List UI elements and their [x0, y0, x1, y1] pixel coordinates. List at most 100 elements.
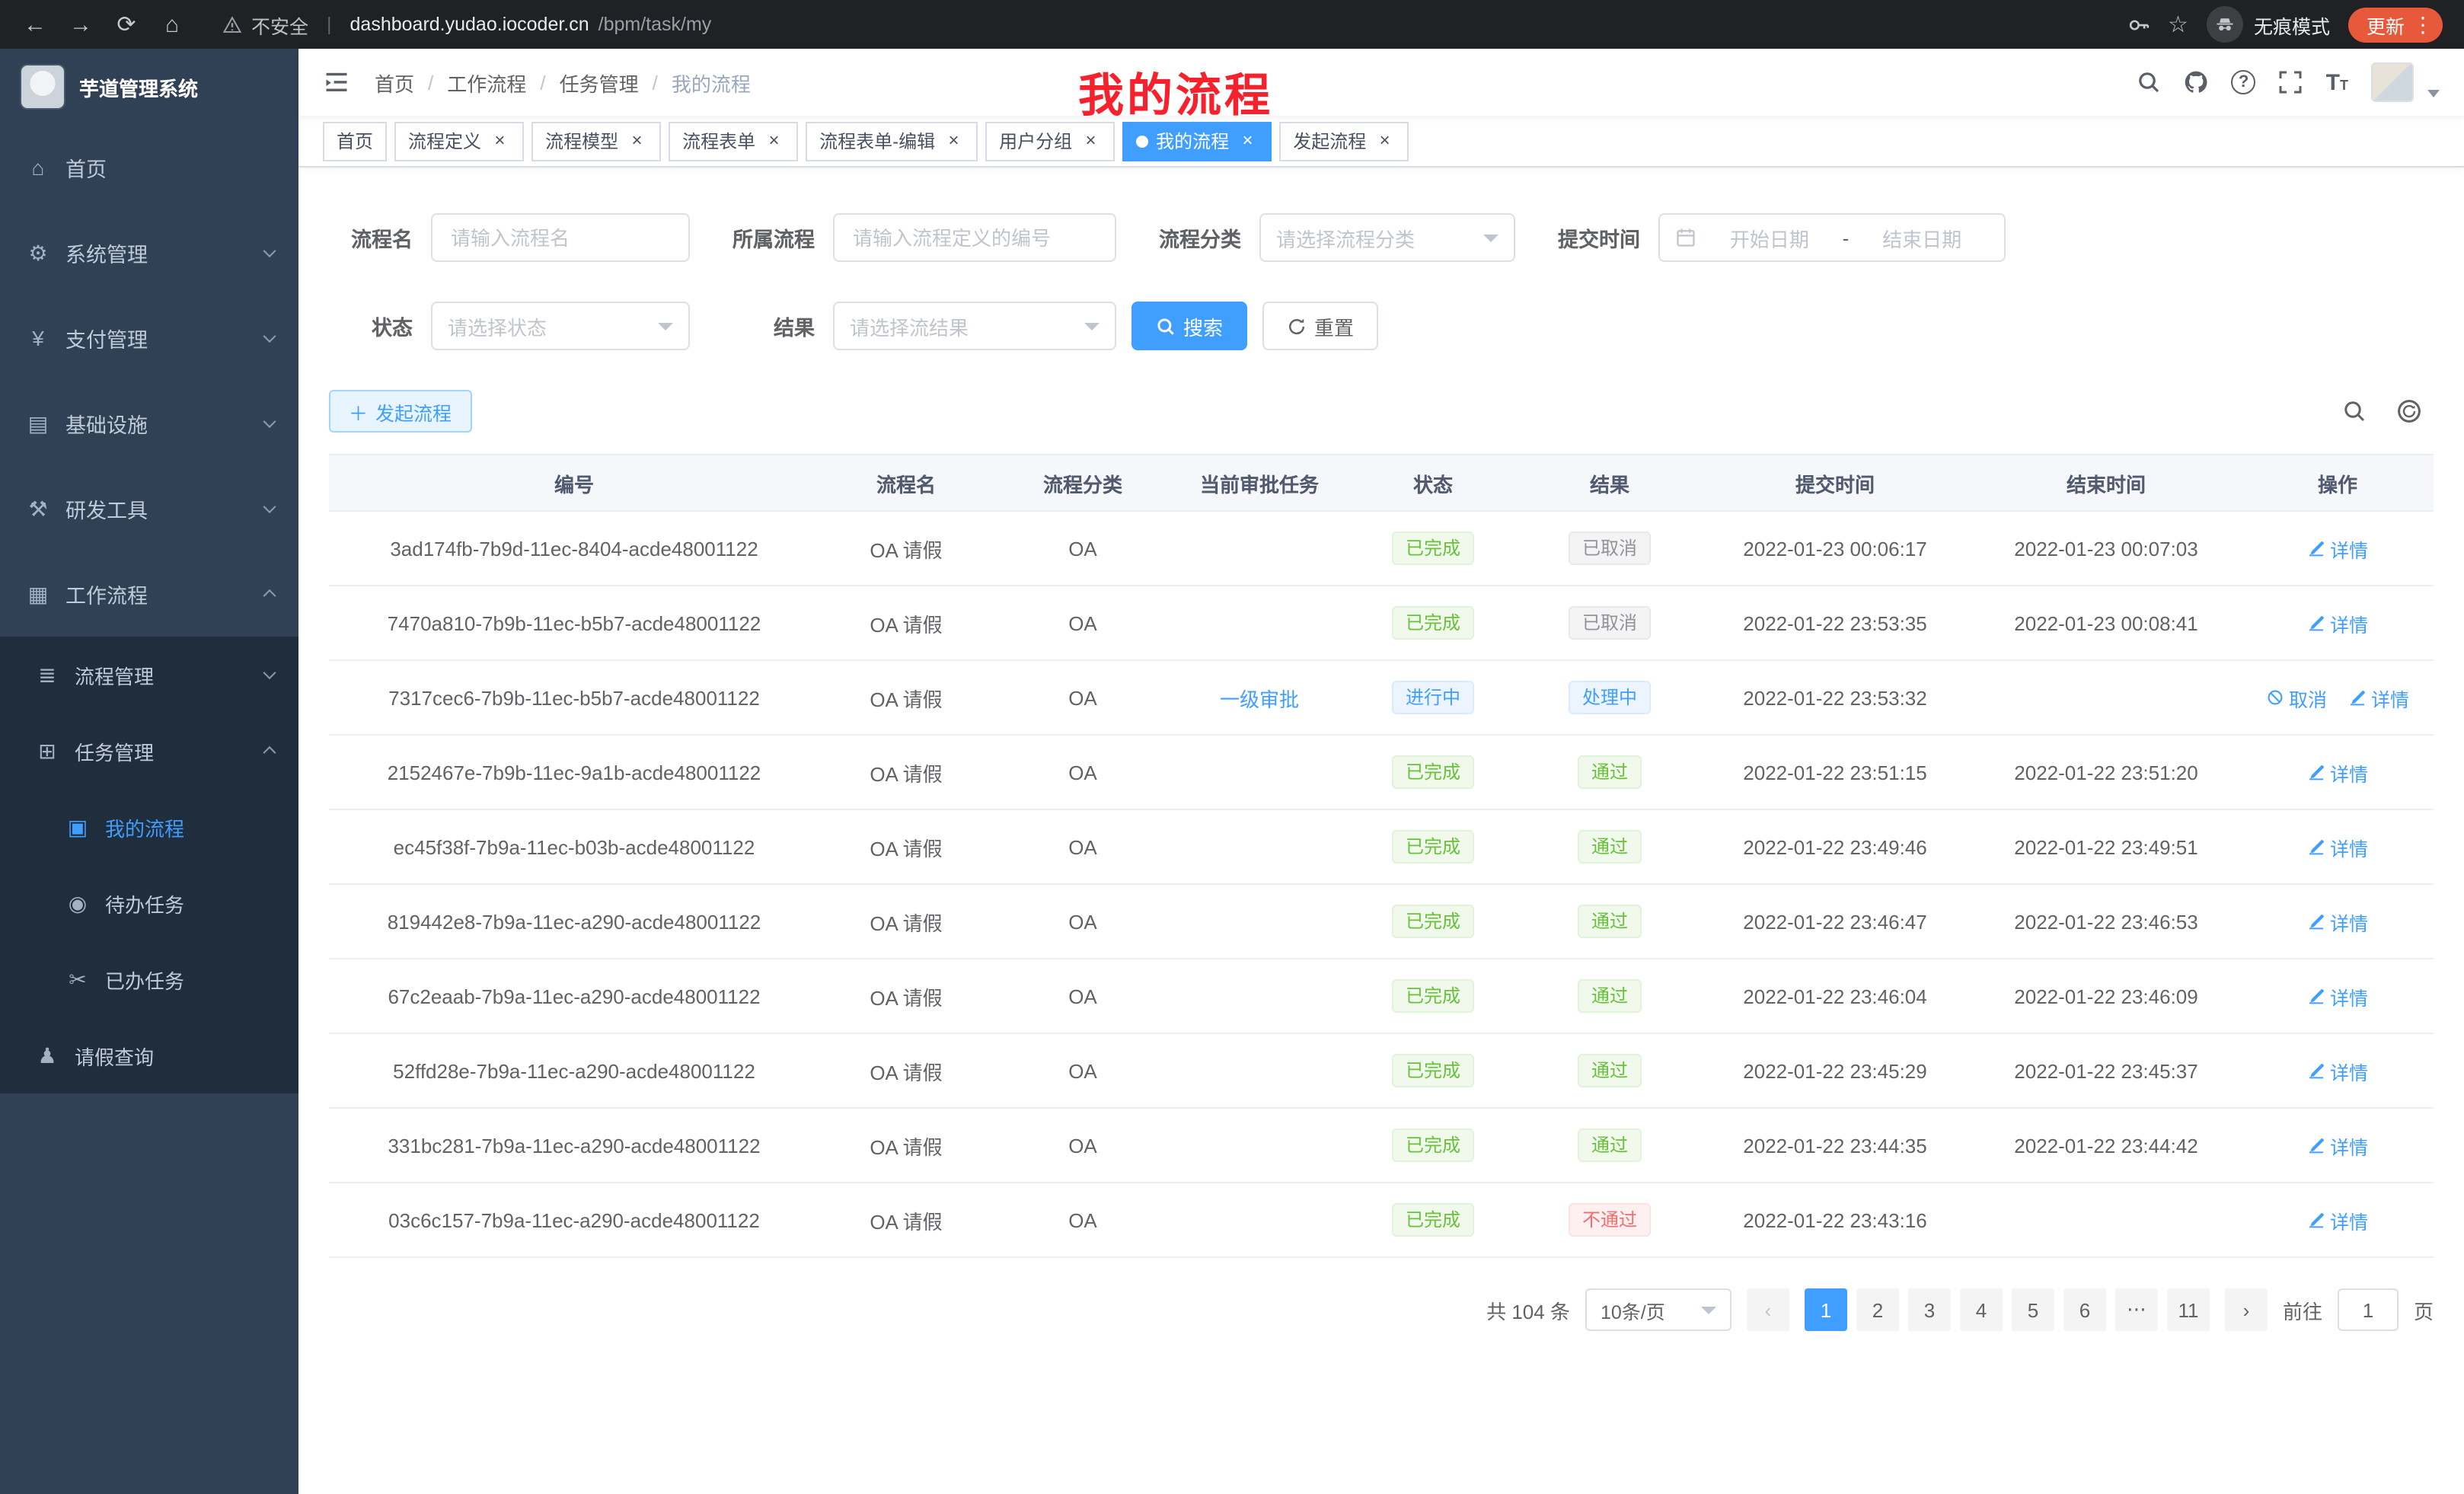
back-icon[interactable]: ←: [15, 5, 55, 44]
address-bar[interactable]: 不安全 | dashboard.yudao.iocoder.cn/bpm/tas…: [198, 10, 2121, 39]
sidebar-item-devtools[interactable]: ⚒ 研发工具: [0, 466, 298, 551]
page-6[interactable]: 6: [2063, 1288, 2106, 1331]
sidebar-item-process-mgmt[interactable]: ≣ 流程管理: [0, 637, 298, 713]
category-select[interactable]: 请选择流程分类: [1259, 213, 1515, 262]
sidebar-item-leave-query[interactable]: ♟ 请假查询: [0, 1017, 298, 1093]
sidebar-item-payment[interactable]: ¥ 支付管理: [0, 295, 298, 381]
cell-category: OA: [993, 686, 1173, 709]
detail-action-link[interactable]: 详情: [2307, 608, 2368, 637]
close-tab-icon[interactable]: ×: [626, 130, 647, 152]
forward-icon[interactable]: →: [61, 5, 101, 44]
close-tab-icon[interactable]: ×: [763, 130, 784, 152]
tab-label: 流程定义: [408, 128, 481, 154]
page-11[interactable]: 11: [2167, 1288, 2210, 1331]
detail-action-link[interactable]: 详情: [2307, 1056, 2368, 1085]
sidebar-item-label: 请假查询: [75, 1041, 154, 1070]
chevron-down-icon: [263, 415, 276, 428]
detail-action-link[interactable]: 详情: [2307, 907, 2368, 936]
page-2[interactable]: 2: [1856, 1288, 1899, 1331]
hide-search-icon[interactable]: [2342, 399, 2367, 423]
fullscreen-icon[interactable]: [2279, 70, 2303, 94]
tab-用户分组[interactable]: 用户分组×: [985, 121, 1115, 161]
font-size-icon[interactable]: TT: [2326, 69, 2348, 95]
detail-action-link[interactable]: 详情: [2348, 683, 2409, 712]
tab-流程定义[interactable]: 流程定义 ×: [394, 121, 524, 161]
start-process-label: 发起流程: [375, 397, 452, 426]
page-4[interactable]: 4: [1960, 1288, 2003, 1331]
avatar-caret-icon[interactable]: [2427, 89, 2440, 97]
cell-actions: 详情: [2242, 534, 2434, 563]
tab-流程表单[interactable]: 流程表单 ×: [669, 121, 798, 161]
page-3[interactable]: 3: [1908, 1288, 1951, 1331]
detail-action-link[interactable]: 详情: [2307, 982, 2368, 1010]
detail-action-link[interactable]: 详情: [2307, 832, 2368, 861]
bookmark-star-icon[interactable]: ☆: [2168, 11, 2188, 38]
breadcrumb-item[interactable]: 工作流程: [447, 68, 526, 97]
tab-流程模型[interactable]: 流程模型×: [531, 121, 661, 161]
tab-发起流程[interactable]: 发起流程×: [1279, 121, 1409, 161]
app-logo[interactable]: 芋道管理系统: [0, 49, 298, 125]
sidebar-item-my-process[interactable]: ▣ 我的流程: [0, 789, 298, 865]
sidebar-item-system[interactable]: ⚙ 系统管理: [0, 210, 298, 295]
close-tab-icon[interactable]: ×: [1374, 130, 1395, 152]
cell-status: 进行中: [1346, 681, 1520, 714]
goto-page-input[interactable]: [2338, 1288, 2399, 1331]
tab-流程表单-编辑[interactable]: 流程表单-编辑×: [806, 121, 978, 161]
page-5[interactable]: 5: [2012, 1288, 2054, 1331]
cell-submit-time: 2022-01-22 23:49:46: [1700, 835, 1971, 858]
cancel-action-link[interactable]: 取消: [2266, 683, 2327, 712]
github-icon[interactable]: [2185, 70, 2209, 94]
tab-首页[interactable]: 首页: [323, 121, 387, 161]
cell-name: OA 请假: [819, 1056, 993, 1085]
submit-time-range-picker[interactable]: 开始日期 - 结束日期: [1658, 213, 2006, 262]
close-tab-icon[interactable]: ×: [489, 130, 510, 152]
hamburger-icon[interactable]: [323, 69, 350, 96]
breadcrumb-item[interactable]: 任务管理: [560, 68, 639, 97]
process-name-input[interactable]: [431, 213, 690, 262]
tab-我的流程[interactable]: 我的流程×: [1122, 121, 1272, 161]
result-tag: 通过: [1578, 1054, 1642, 1087]
detail-action-link[interactable]: 详情: [2307, 1205, 2368, 1234]
sidebar-item-done-tasks[interactable]: ✂ 已办任务: [0, 941, 298, 1017]
search-icon[interactable]: [2137, 70, 2162, 94]
start-process-button[interactable]: ＋ 发起流程: [329, 390, 471, 433]
avatar[interactable]: [2371, 62, 2414, 102]
close-tab-icon[interactable]: ×: [1237, 130, 1258, 152]
sidebar: 芋道管理系统 ⌂ 首页 ⚙ 系统管理 ¥ 支付管理 ▤: [0, 49, 298, 1494]
key-icon[interactable]: [2127, 13, 2150, 36]
status-select[interactable]: 请选择状态: [431, 302, 690, 350]
sidebar-item-home[interactable]: ⌂ 首页: [0, 125, 298, 210]
browser-actions: ☆ 无痕模式 更新 ⋮: [2127, 6, 2443, 43]
update-label: 更新: [2367, 10, 2405, 39]
page-size-select[interactable]: 10条/页: [1585, 1288, 1732, 1331]
result-select[interactable]: 请选择流结果: [833, 302, 1116, 350]
page-1[interactable]: 1: [1805, 1288, 1847, 1331]
pager-ellipsis[interactable]: ⋯: [2115, 1288, 2158, 1331]
sidebar-item-infrastructure[interactable]: ▤ 基础设施: [0, 381, 298, 466]
reload-icon[interactable]: ⟳: [107, 5, 146, 44]
detail-action-link[interactable]: 详情: [2307, 1131, 2368, 1160]
prev-page-button[interactable]: ‹: [1747, 1288, 1789, 1331]
sidebar-item-todo-tasks[interactable]: ◉ 待办任务: [0, 865, 298, 941]
task-link[interactable]: 一级审批: [1220, 688, 1299, 710]
reset-button[interactable]: 重置: [1262, 302, 1378, 350]
close-tab-icon[interactable]: ×: [943, 130, 964, 152]
detail-action-link[interactable]: 详情: [2307, 758, 2368, 787]
tab-label: 流程表单: [682, 128, 755, 154]
update-button[interactable]: 更新 ⋮: [2348, 7, 2443, 42]
sidebar-item-workflow[interactable]: ▦ 工作流程: [0, 551, 298, 637]
next-page-button[interactable]: ›: [2225, 1288, 2268, 1331]
table-tools: [2342, 399, 2421, 423]
breadcrumb-item[interactable]: 首页: [375, 68, 414, 97]
cell-actions: 详情: [2242, 1205, 2434, 1234]
help-icon[interactable]: ?: [2232, 70, 2256, 94]
home-icon[interactable]: ⌂: [152, 5, 192, 44]
process-def-input[interactable]: [833, 213, 1116, 262]
detail-action-link[interactable]: 详情: [2307, 534, 2368, 563]
browser-menu-icon[interactable]: ⋮: [2412, 11, 2434, 37]
close-tab-icon[interactable]: ×: [1080, 130, 1101, 152]
list-icon: ≣: [30, 662, 64, 688]
search-button[interactable]: 搜索: [1131, 302, 1247, 350]
refresh-table-icon[interactable]: [2397, 399, 2421, 423]
sidebar-item-task-mgmt[interactable]: ⊞ 任务管理: [0, 713, 298, 789]
